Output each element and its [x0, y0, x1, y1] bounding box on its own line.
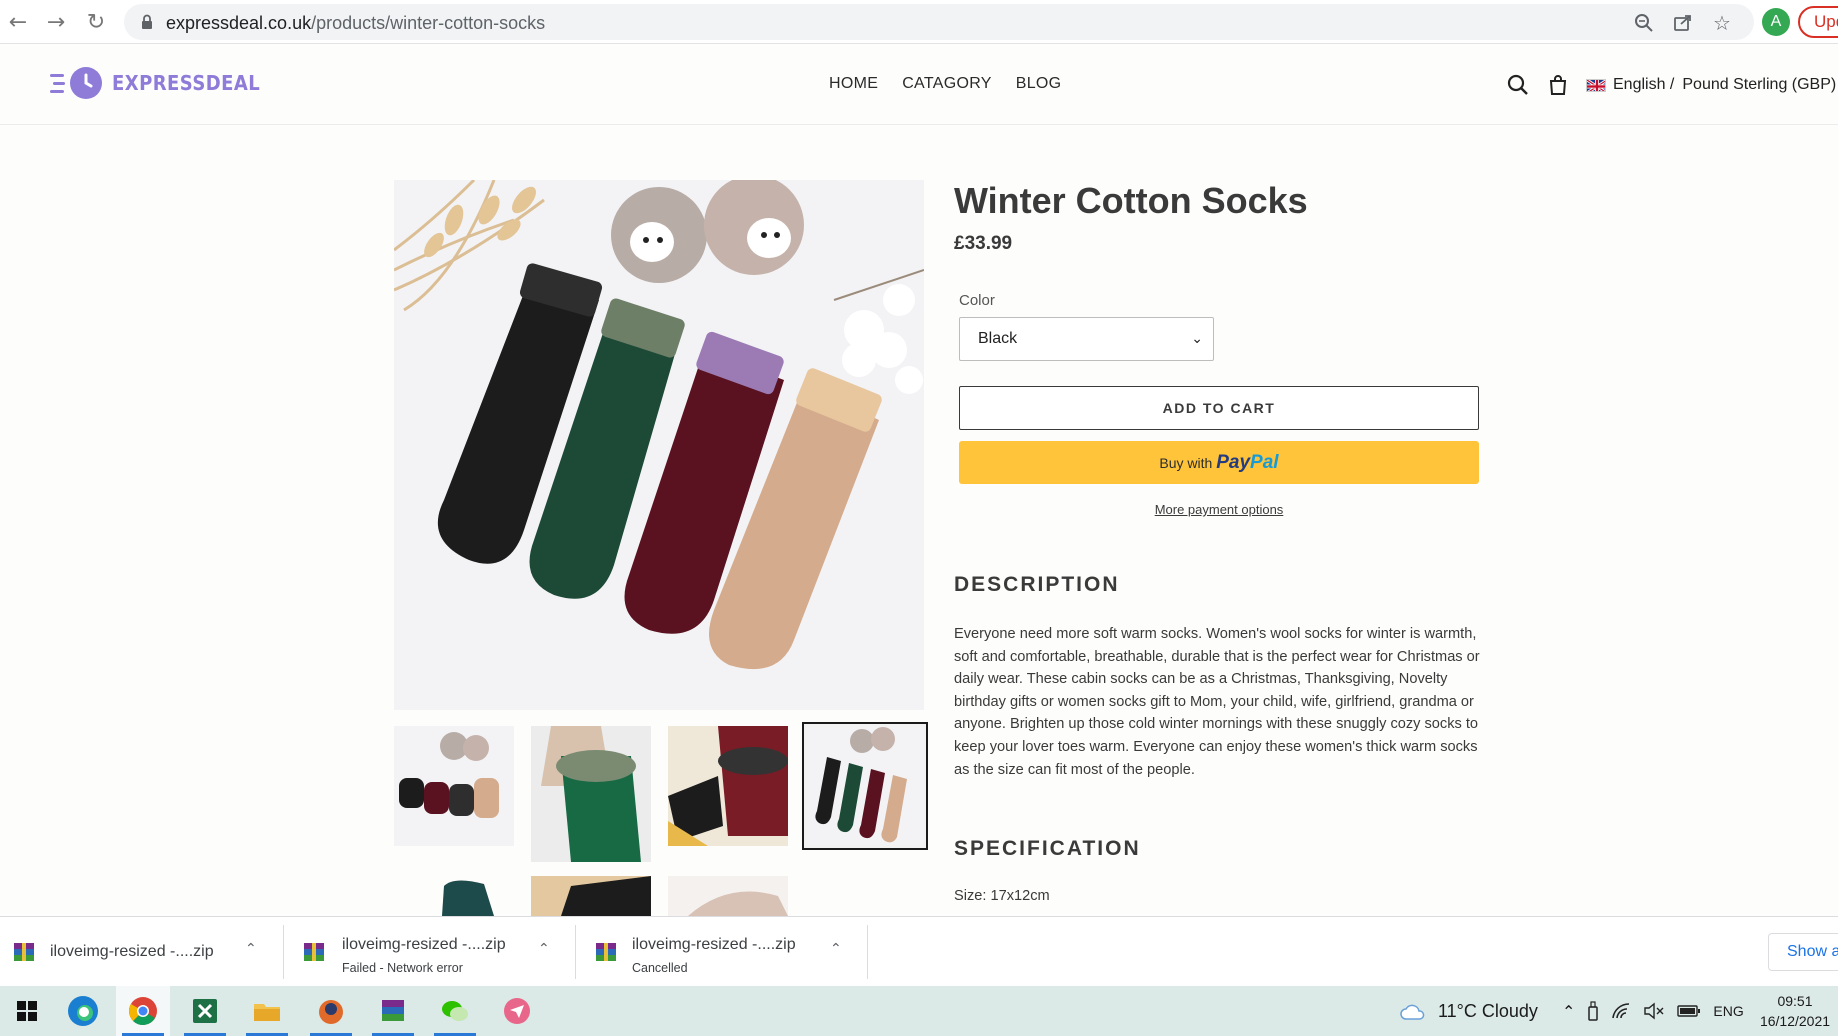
update-button[interactable]: Update [1798, 6, 1838, 38]
archive-icon [304, 943, 324, 961]
system-tray: ⌃ ENG [1562, 986, 1744, 1036]
product-title: Winter Cotton Socks [954, 180, 1308, 221]
chevron-up-icon[interactable]: ⌃ [245, 941, 265, 961]
back-icon[interactable]: ← [4, 8, 32, 36]
add-to-cart-button[interactable]: ADD TO CART [959, 386, 1479, 430]
cart-bag-icon[interactable] [1546, 73, 1570, 97]
logo-text: EXPRESSDEAL [112, 71, 261, 95]
download-status: Cancelled [632, 961, 688, 975]
send-app-icon[interactable] [490, 986, 544, 1036]
clock-time: 09:51 [1777, 993, 1813, 1009]
thumbnail-1[interactable] [394, 726, 514, 846]
thumbnail-6[interactable] [531, 876, 651, 916]
usb-icon[interactable] [1587, 1001, 1599, 1021]
paypal-prefix: Buy with [1159, 455, 1213, 471]
weather-text: 11°C Cloudy [1438, 1000, 1538, 1021]
product-price: £33.99 [954, 233, 1013, 254]
system-clock[interactable]: 09:51 16/12/2021 [1752, 991, 1838, 1031]
edge-browser-icon[interactable] [56, 986, 110, 1036]
header-actions: English / Pound Sterling (GBP) [1506, 73, 1836, 97]
excel-icon[interactable] [178, 986, 232, 1036]
nav-blog[interactable]: BLOG [1016, 75, 1062, 93]
browser-toolbar: ← → ↻ expressdeal.co.uk/products/winter-… [0, 0, 1838, 44]
download-name: iloveimg-resized -....zip [50, 943, 214, 960]
bookmark-star-icon[interactable]: ☆ [1710, 11, 1734, 35]
lock-icon [142, 14, 152, 29]
forward-icon[interactable]: → [42, 8, 70, 36]
battery-icon[interactable] [1677, 1004, 1701, 1018]
product-main-image[interactable] [394, 180, 924, 710]
url-text: expressdeal.co.uk/products/winter-cotton… [166, 13, 546, 33]
download-status: Failed - Network error [342, 961, 463, 975]
weather-widget[interactable]: 11°C Cloudy [1400, 986, 1538, 1036]
chevron-down-icon: ⌄ [1191, 331, 1203, 347]
chevron-up-icon[interactable]: ⌃ [538, 941, 558, 961]
file-explorer-icon[interactable] [240, 986, 294, 1036]
nav-category[interactable]: CATAGORY [902, 75, 992, 93]
input-language[interactable]: ENG [1713, 1003, 1743, 1019]
reload-icon[interactable]: ↻ [82, 8, 110, 36]
download-item-2[interactable]: iloveimg-resized -....zip Failed - Netwo… [290, 925, 576, 979]
description-text: Everyone need more soft warm socks. Wome… [954, 626, 1480, 778]
color-label: Color [959, 292, 995, 309]
winrar-icon[interactable] [366, 986, 420, 1036]
specification-heading: SPECIFICATION [954, 837, 1141, 860]
logo-lines-icon [50, 68, 68, 98]
more-payment-options-link[interactable]: More payment options [959, 502, 1479, 517]
thumbnail-2[interactable] [531, 726, 651, 862]
color-select-value: Black [978, 330, 1018, 347]
archive-icon [596, 943, 616, 961]
download-name: iloveimg-resized -....zip [632, 936, 796, 953]
paypal-button[interactable]: Buy with PayPal [959, 441, 1479, 484]
share-icon[interactable] [1671, 11, 1695, 35]
paint-app-icon[interactable] [304, 986, 358, 1036]
download-item-3[interactable]: iloveimg-resized -....zip Cancelled ⌃ [582, 925, 868, 979]
windows-start-icon[interactable] [0, 986, 54, 1036]
thumbnail-7[interactable] [668, 876, 788, 916]
thumbnail-3[interactable] [668, 726, 788, 846]
chevron-up-icon[interactable]: ⌃ [1562, 1002, 1575, 1021]
main-navigation: HOME CATAGORY BLOG [829, 75, 1061, 93]
description-heading: DESCRIPTION [954, 573, 1120, 596]
downloads-bar: iloveimg-resized -....zip ⌃ iloveimg-res… [0, 916, 1838, 986]
language-selector[interactable]: English / [1613, 76, 1674, 94]
chevron-up-icon[interactable]: ⌃ [830, 941, 850, 961]
download-item-1[interactable]: iloveimg-resized -....zip ⌃ [0, 925, 284, 979]
profile-avatar[interactable]: A [1762, 8, 1790, 36]
volume-muted-icon[interactable] [1643, 1002, 1665, 1020]
spec-size: Size: 17x12cm [954, 888, 1050, 904]
wifi-icon[interactable] [1611, 1002, 1631, 1020]
site-logo[interactable]: EXPRESSDEAL [50, 67, 277, 99]
chrome-browser-icon[interactable] [116, 986, 170, 1036]
site-header: EXPRESSDEAL HOME CATAGORY BLOG English /… [0, 45, 1838, 125]
thumbnail-5[interactable] [394, 876, 514, 916]
wechat-icon[interactable] [428, 986, 482, 1036]
color-select[interactable]: Black ⌄ [959, 317, 1214, 361]
uk-flag-icon [1586, 78, 1606, 92]
clock-logo-icon [70, 67, 102, 99]
windows-taskbar: 11°C Cloudy ⌃ ENG 09:51 16/12/2021 [0, 986, 1838, 1036]
address-bar[interactable]: expressdeal.co.uk/products/winter-cotton… [124, 4, 1754, 40]
cloud-icon [1400, 1004, 1425, 1020]
zoom-icon[interactable] [1632, 11, 1656, 35]
clock-date: 16/12/2021 [1759, 1013, 1831, 1029]
download-name: iloveimg-resized -....zip [342, 936, 506, 953]
currency-selector[interactable]: Pound Sterling (GBP) [1682, 76, 1836, 94]
search-icon[interactable] [1506, 73, 1530, 97]
nav-home[interactable]: HOME [829, 75, 878, 93]
thumbnail-4-selected[interactable] [802, 722, 928, 850]
show-all-downloads-button[interactable]: Show all [1768, 933, 1838, 971]
paypal-logo: PayPal [1216, 452, 1279, 473]
archive-icon [14, 943, 34, 961]
